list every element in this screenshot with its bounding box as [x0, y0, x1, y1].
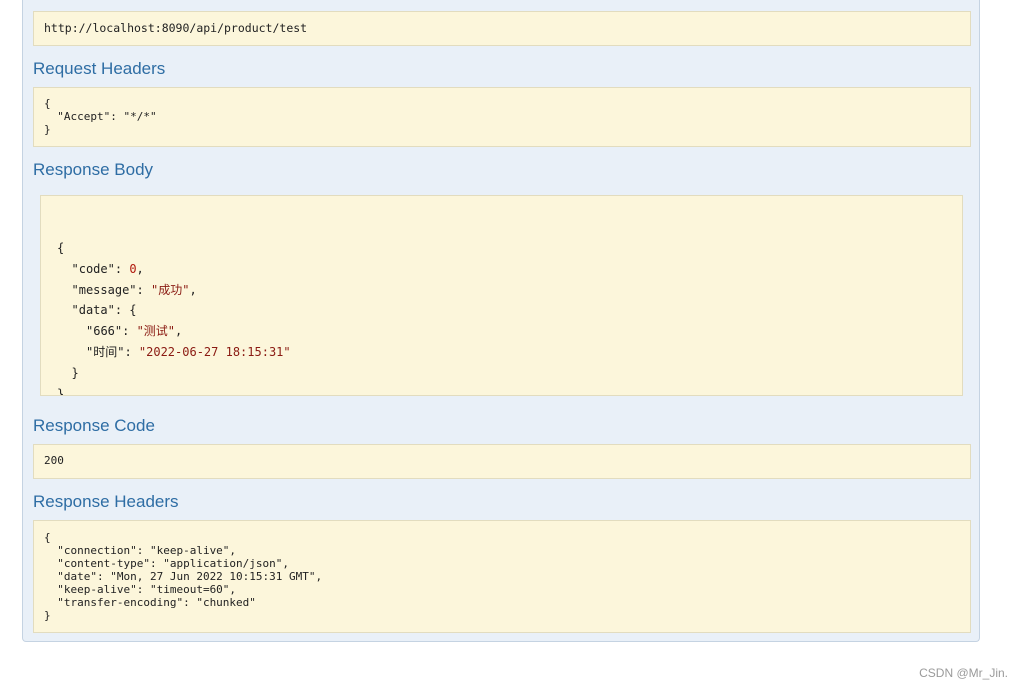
- json-key: "data": [71, 303, 115, 318]
- response-body-box: {"code": 0, "message": "成功", "data": {"666…: [40, 195, 963, 396]
- json-str: "成功": [150, 282, 190, 297]
- json-punct: }: [57, 386, 65, 396]
- json-punct: {: [57, 241, 65, 255]
- json-punct: : {: [114, 303, 137, 318]
- response-headers-line: "content-type": "application/json",: [44, 557, 290, 570]
- json-key: "code": [71, 261, 115, 276]
- json-punct: ,: [136, 261, 144, 276]
- json-punct: ,: [189, 282, 197, 297]
- response-body-json: {"code": 0, "message": "成功", "data": {"666…: [57, 238, 946, 396]
- json-punct: :: [114, 261, 130, 276]
- request-headers-line: }: [44, 123, 51, 136]
- json-key: "message": [71, 282, 137, 297]
- response-headers-line: "transfer-encoding": "chunked": [44, 596, 256, 609]
- json-punct: ,: [175, 324, 183, 339]
- json-num: 0: [129, 261, 137, 276]
- json-punct: }: [71, 365, 79, 380]
- response-body-line: "code": 0,: [57, 259, 946, 280]
- response-code-value: 200: [44, 454, 64, 467]
- json-str: "测试": [136, 324, 176, 339]
- response-body-line: }: [57, 384, 946, 396]
- response-headers-line: "date": "Mon, 27 Jun 2022 10:15:31 GMT",: [44, 570, 323, 583]
- json-key: "时间": [86, 344, 125, 359]
- response-headers-line: }: [44, 609, 51, 622]
- response-body-title: Response Body: [33, 160, 154, 179]
- response-code-box: 200: [33, 444, 971, 479]
- json-str: "2022-06-27 18:15:31": [138, 344, 291, 359]
- response-headers-line: "keep-alive": "timeout=60",: [44, 583, 237, 596]
- json-key: "666": [86, 324, 123, 339]
- request-headers-line: {: [44, 97, 51, 110]
- json-punct: :: [124, 344, 139, 359]
- request-headers-box: { "Accept": "*/*"}: [33, 87, 971, 147]
- request-url-box: http://localhost:8090/api/product/test: [33, 11, 971, 46]
- response-headers-box: { "connection": "keep-alive", "content-t…: [33, 520, 971, 633]
- json-punct: :: [136, 282, 151, 297]
- request-url-value: http://localhost:8090/api/product/test: [44, 21, 308, 35]
- csdn-watermark: CSDN @Mr_Jin.: [919, 666, 1008, 680]
- response-body-line: }: [57, 363, 946, 384]
- response-body-line: {: [57, 238, 946, 259]
- response-body-line: "data": {: [57, 300, 946, 321]
- response-headers-line: {: [44, 531, 51, 544]
- request-headers-line: "Accept": "*/*": [44, 110, 157, 123]
- response-headers-line: "connection": "keep-alive",: [44, 544, 237, 557]
- response-code-title: Response Code: [33, 416, 155, 435]
- response-body-line: "时间": "2022-06-27 18:15:31": [57, 342, 946, 363]
- response-headers-title: Response Headers: [33, 492, 179, 511]
- response-body-line: "message": "成功",: [57, 280, 946, 301]
- response-body-line: "666": "测试",: [57, 321, 946, 342]
- json-punct: :: [122, 324, 137, 339]
- request-headers-title: Request Headers: [33, 59, 166, 78]
